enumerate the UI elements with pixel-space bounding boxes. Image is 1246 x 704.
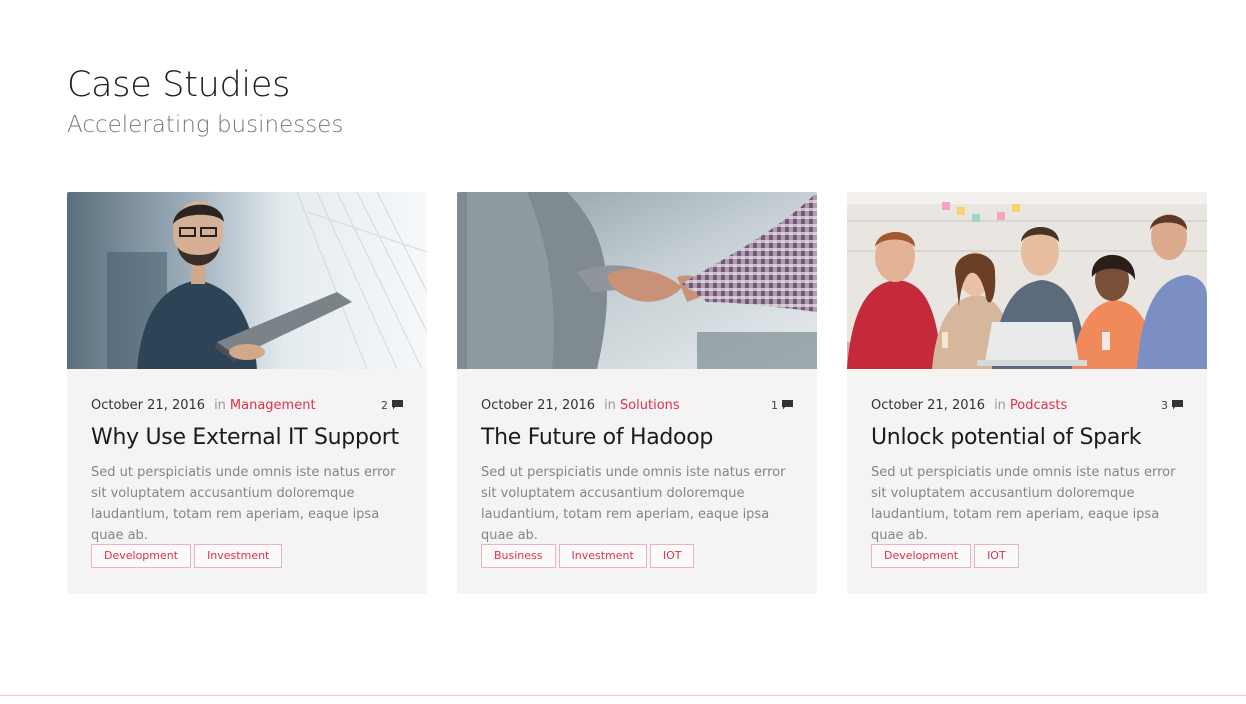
tag-list: Development Investment <box>91 544 283 568</box>
comment-icon <box>1172 400 1183 410</box>
comment-icon <box>782 400 793 410</box>
section-subtitle: Accelerating businesses <box>67 112 344 138</box>
post-date: October 21, 2016 <box>871 397 986 413</box>
card-meta: October 21, 2016 in Podcasts 3 <box>871 396 1183 414</box>
tag-list: Business Investment IOT <box>481 544 695 568</box>
comments-link[interactable]: 1 <box>771 399 793 412</box>
category-link[interactable]: Podcasts <box>1010 398 1067 413</box>
in-label: in <box>214 397 226 413</box>
case-study-card[interactable]: October 21, 2016 in Management 2 Why Use… <box>67 192 427 594</box>
case-study-list: October 21, 2016 in Management 2 Why Use… <box>67 192 1207 594</box>
page: Case Studies Accelerating businesses Oct… <box>0 0 1246 704</box>
comment-count: 3 <box>1161 398 1168 412</box>
case-study-card[interactable]: October 21, 2016 in Solutions 1 The Futu… <box>457 192 817 594</box>
tag[interactable]: Investment <box>558 544 647 568</box>
card-meta: October 21, 2016 in Solutions 1 <box>481 396 793 414</box>
businessman-with-laptop-image[interactable] <box>67 192 427 369</box>
section-divider <box>0 695 1246 696</box>
tag[interactable]: Business <box>481 544 556 568</box>
tag[interactable]: Investment <box>194 544 283 568</box>
section-title: Case Studies <box>67 65 291 105</box>
comment-count: 2 <box>381 398 388 412</box>
in-label: in <box>604 397 616 413</box>
comments-link[interactable]: 2 <box>381 399 403 412</box>
category-link[interactable]: Solutions <box>620 398 680 413</box>
card-title[interactable]: Why Use External IT Support <box>91 423 417 453</box>
comments-link[interactable]: 3 <box>1161 399 1183 412</box>
tag-list: Development IOT <box>871 544 1019 568</box>
comment-count: 1 <box>771 398 778 412</box>
card-excerpt: Sed ut perspiciatis unde omnis iste natu… <box>871 465 1176 543</box>
card-title[interactable]: The Future of Hadoop <box>481 423 807 453</box>
post-date: October 21, 2016 <box>91 397 206 413</box>
category-link[interactable]: Management <box>230 398 316 413</box>
in-label: in <box>994 397 1006 413</box>
case-study-card[interactable]: October 21, 2016 in Podcasts 3 Unlock po… <box>847 192 1207 594</box>
comment-icon <box>392 400 403 410</box>
tag[interactable]: Development <box>871 544 972 568</box>
handshake-image[interactable] <box>457 192 817 369</box>
tag[interactable]: IOT <box>649 544 695 568</box>
team-meeting-image[interactable] <box>847 192 1207 369</box>
tag[interactable]: Development <box>91 544 192 568</box>
card-excerpt: Sed ut perspiciatis unde omnis iste natu… <box>91 465 396 543</box>
card-title[interactable]: Unlock potential of Spark <box>871 423 1197 453</box>
tag[interactable]: IOT <box>974 544 1019 568</box>
card-meta: October 21, 2016 in Management 2 <box>91 396 403 414</box>
post-date: October 21, 2016 <box>481 397 596 413</box>
card-excerpt: Sed ut perspiciatis unde omnis iste natu… <box>481 465 786 543</box>
